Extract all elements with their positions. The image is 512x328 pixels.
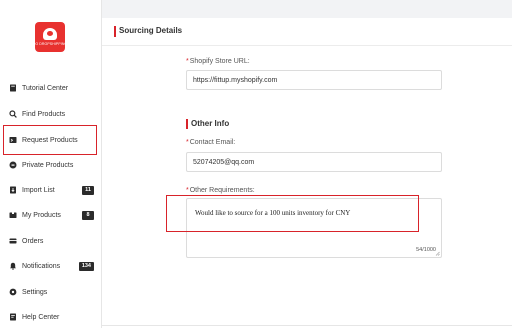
page-title: Sourcing Details — [119, 26, 183, 35]
import-icon — [9, 186, 17, 194]
contact-email-value: 52074205@qq.com — [193, 158, 255, 166]
store-url-label: *Shopify Store URL: — [186, 58, 250, 65]
sidebar-item-find-products[interactable]: Find Products — [0, 104, 102, 124]
app-logo[interactable]: DO DROPSHIPPING — [32, 22, 68, 52]
contact-email-label: *Contact Email: — [186, 139, 235, 146]
sidebar-item-label: Tutorial Center — [22, 84, 69, 92]
sidebar-item-label: Private Products — [22, 161, 74, 169]
character-counter: 54/1000 — [416, 247, 436, 253]
sidebar-item-settings[interactable]: Settings — [0, 282, 102, 302]
sidebar-item-label: Find Products — [22, 110, 66, 118]
sidebar-item-label: My Products — [22, 211, 61, 219]
sidebar-item-orders[interactable]: Orders — [0, 231, 102, 251]
sidebar-item-request-products[interactable]: Request Products — [0, 130, 102, 150]
other-requirements-value: Would like to source for a 100 units inv… — [195, 209, 351, 217]
sidebar-item-help-center[interactable]: Help Center — [0, 307, 102, 327]
other-requirements-label-text: Other Requirements: — [189, 187, 255, 194]
count-badge: 11 — [82, 185, 94, 195]
other-requirements-textarea[interactable]: Would like to source for a 100 units inv… — [186, 198, 442, 258]
sidebar-item-label: Help Center — [22, 313, 60, 321]
store-url-input[interactable]: https://fittup.myshopify.com — [186, 70, 442, 90]
sidebar-item-private-products[interactable]: Private Products — [0, 155, 102, 175]
resize-handle-icon[interactable] — [435, 251, 440, 256]
sidebar-item-import-list[interactable]: Import List 11 — [0, 180, 102, 200]
sidebar-item-my-products[interactable]: My Products 8 — [0, 205, 102, 225]
sidebar: DO DROPSHIPPING Tutorial Center Find Pro… — [0, 0, 102, 328]
required-marker: * — [186, 58, 189, 65]
count-badge: 134 — [78, 261, 94, 271]
page-header: Sourcing Details — [102, 18, 512, 46]
search-icon — [9, 110, 17, 118]
form-panel: *Shopify Store URL: https://fittup.mysho… — [102, 46, 512, 328]
store-url-label-text: Shopify Store URL: — [189, 58, 250, 65]
request-icon — [9, 136, 17, 144]
other-requirements-label: *Other Requirements: — [186, 187, 255, 194]
contact-email-label-text: Contact Email: — [189, 139, 236, 146]
count-badge: 8 — [82, 210, 94, 220]
gear-icon — [9, 288, 17, 296]
store-url-value: https://fittup.myshopify.com — [193, 76, 278, 84]
divider — [102, 325, 512, 326]
required-marker: * — [186, 139, 189, 146]
sidebar-item-label: Request Products — [22, 136, 78, 144]
sidebar-item-label: Import List — [22, 186, 55, 194]
sidebar-item-notifications[interactable]: Notifications 134 — [0, 256, 102, 276]
sidebar-item-label: Notifications — [22, 262, 61, 270]
header-accent-bar — [114, 26, 116, 37]
book-icon — [9, 84, 17, 92]
sidebar-item-tutorial-center[interactable]: Tutorial Center — [0, 78, 102, 98]
box-icon — [9, 211, 17, 219]
orders-icon — [9, 237, 17, 245]
private-icon — [9, 161, 17, 169]
required-marker: * — [186, 187, 189, 194]
sidebar-item-label: Orders — [22, 237, 44, 245]
help-icon — [9, 313, 17, 321]
main-area: Sourcing Details *Shopify Store URL: htt… — [102, 0, 512, 328]
other-info-accent-bar — [186, 119, 188, 129]
bell-icon — [9, 262, 17, 270]
contact-email-input[interactable]: 52074205@qq.com — [186, 152, 442, 172]
other-info-title: Other Info — [191, 119, 230, 128]
sidebar-item-label: Settings — [22, 288, 48, 296]
logo-mark-icon — [43, 28, 57, 40]
logo-text: DO DROPSHIPPING — [32, 42, 68, 46]
